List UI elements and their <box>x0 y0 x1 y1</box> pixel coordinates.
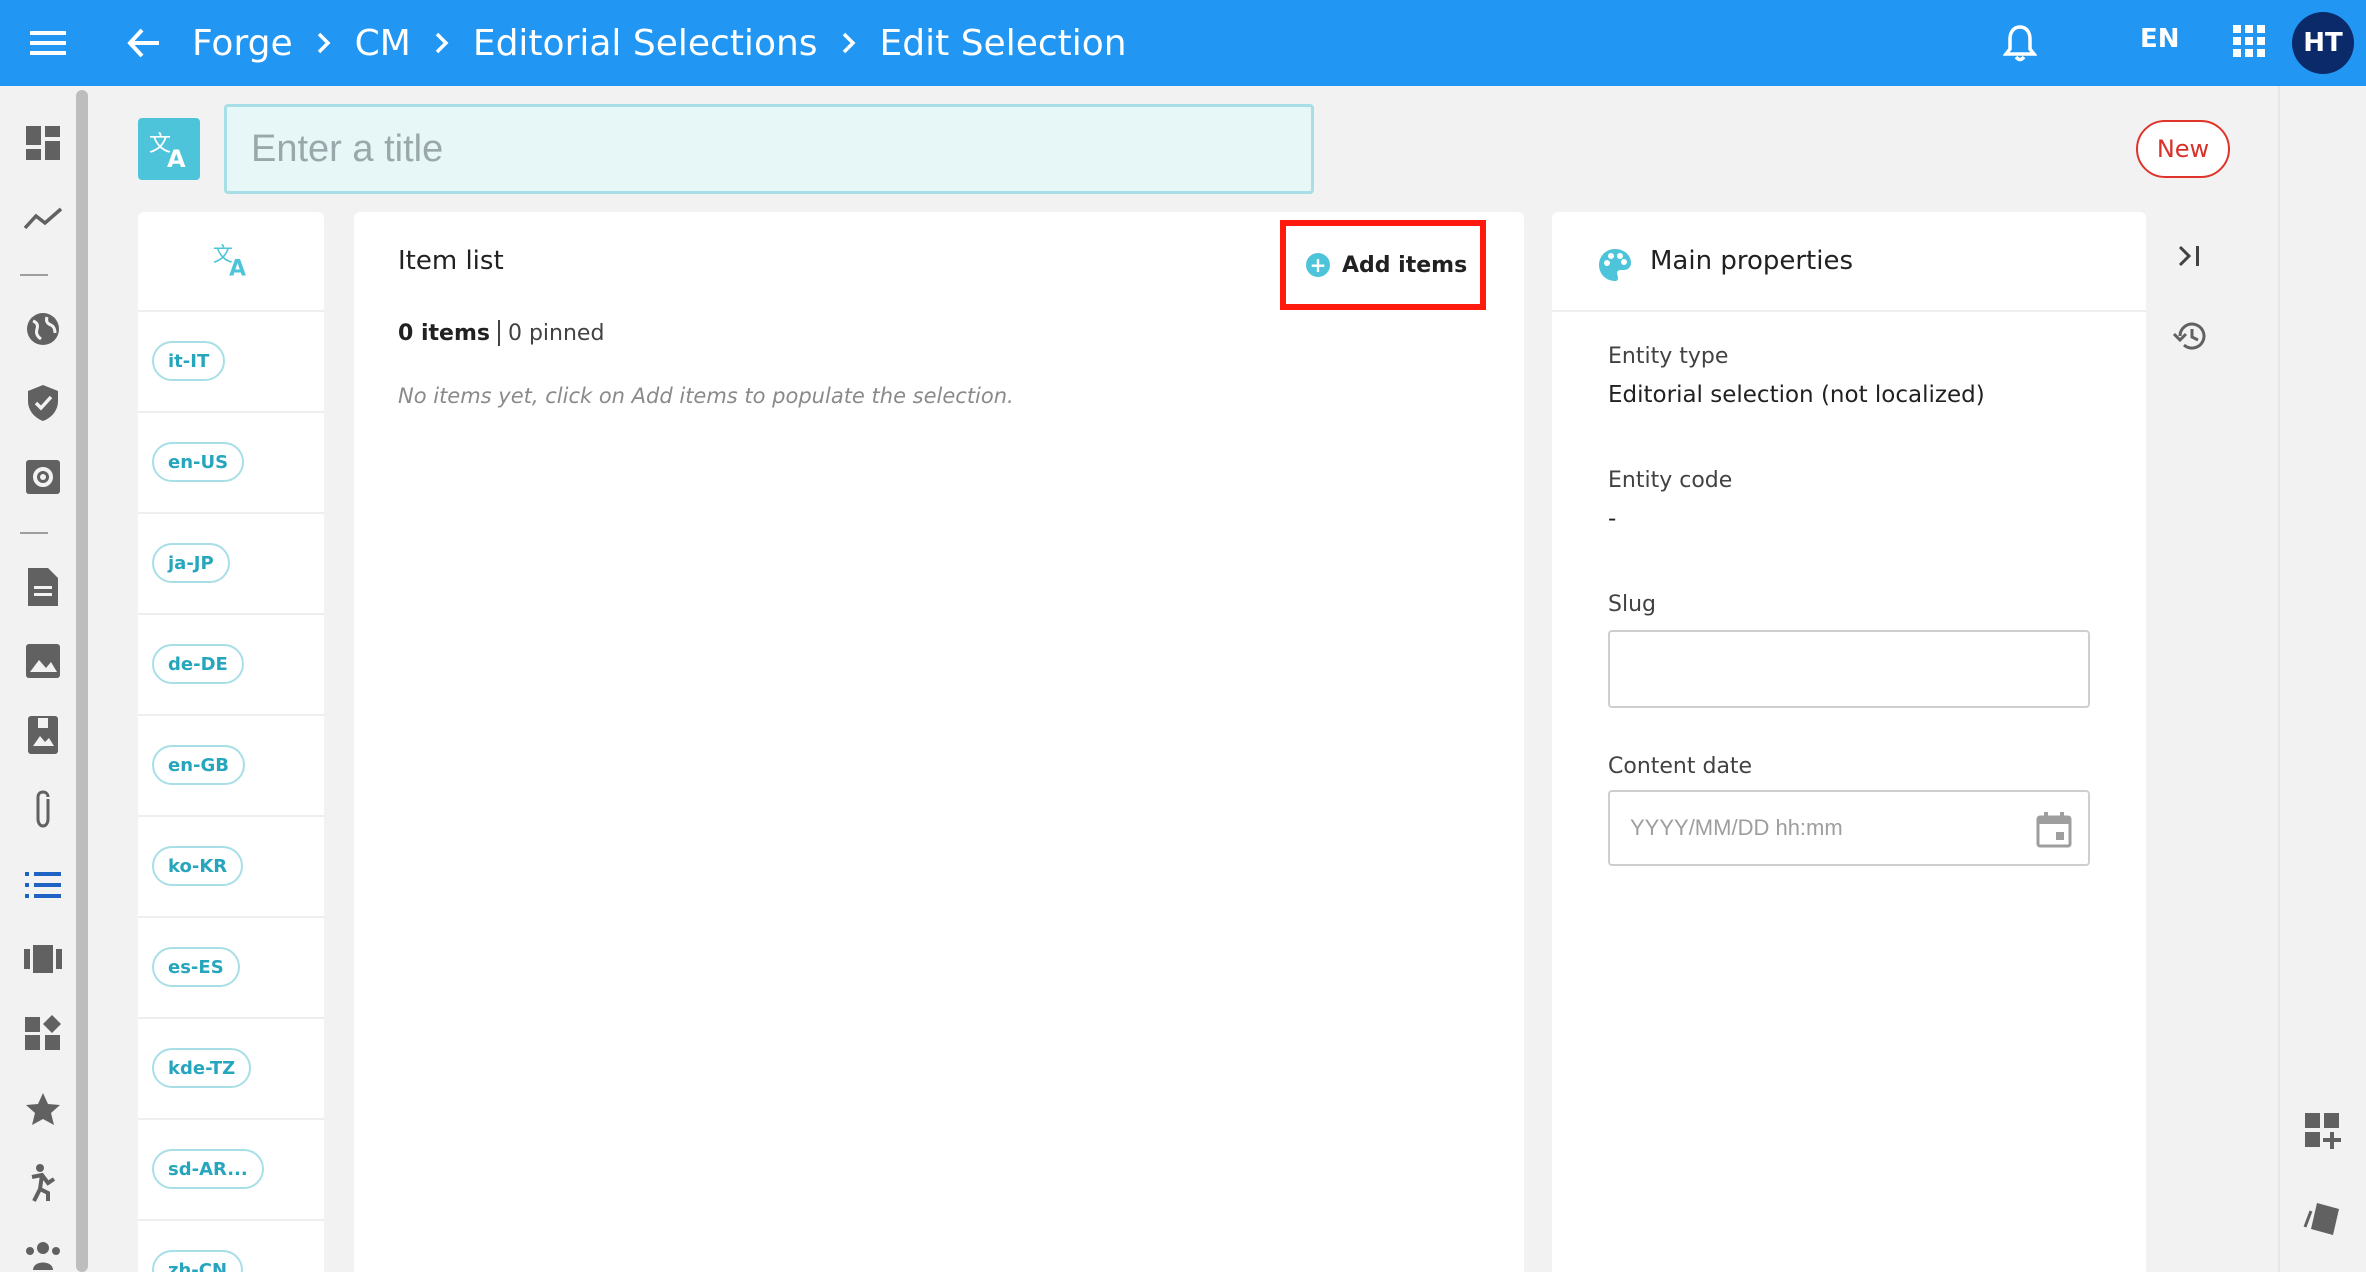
nav-scrollbar[interactable] <box>76 90 88 1272</box>
trend-icon[interactable] <box>20 196 66 242</box>
chevron-right-icon <box>317 32 331 54</box>
globe-icon[interactable] <box>20 306 66 352</box>
locale-chip[interactable]: kde-TZ <box>152 1048 252 1088</box>
title-input[interactable] <box>224 104 1314 194</box>
locale-row: es-ES <box>138 918 324 1019</box>
locale-chip[interactable]: en-US <box>152 442 245 482</box>
locale-chip[interactable]: ko-KR <box>152 846 244 886</box>
locale-row: it-IT <box>138 312 324 413</box>
properties-rail <box>2146 296 2276 1272</box>
breadcrumb-cm[interactable]: CM <box>355 23 411 64</box>
widgets-icon[interactable] <box>20 1010 66 1056</box>
locale-chip[interactable]: it-IT <box>152 341 226 381</box>
content-date-input[interactable] <box>1608 790 2090 866</box>
photo-album-icon[interactable] <box>20 712 66 758</box>
content-date-label: Content date <box>1608 754 1753 779</box>
locale-chip[interactable]: sd-AR... <box>152 1149 264 1189</box>
locale-chip[interactable]: ja-JP <box>152 543 230 583</box>
palette-icon <box>1599 249 1631 281</box>
right-sidebar <box>2278 86 2366 1272</box>
locale-row: de-DE <box>138 615 324 716</box>
empty-state-message: No items yet, click on Add items to popu… <box>398 384 1014 408</box>
dashboard-icon[interactable] <box>20 120 66 166</box>
add-items-label: Add items <box>1342 252 1468 278</box>
items-count: 0 items <box>398 320 490 346</box>
entity-type-label: Entity type <box>1608 344 1729 369</box>
locale-chip[interactable]: zh-CN <box>152 1250 244 1272</box>
properties-title: Main properties <box>1650 246 1854 276</box>
breadcrumb: Forge CM Editorial Selections Edit Selec… <box>192 16 1127 70</box>
locale-row: kde-TZ <box>138 1019 324 1120</box>
locale-chip[interactable]: es-ES <box>152 947 240 987</box>
slug-label: Slug <box>1608 592 1656 617</box>
locale-list: 文 A it-IT en-US ja-JP de-DE en-GB ko-KR … <box>138 212 324 1272</box>
person-icon[interactable] <box>20 1160 66 1206</box>
paperclip-icon[interactable] <box>20 786 66 832</box>
entity-code-value: - <box>1608 506 1617 532</box>
notifications-bell-icon[interactable] <box>1996 18 2044 68</box>
image-icon[interactable] <box>20 638 66 684</box>
status-badge: New <box>2136 120 2230 178</box>
user-avatar[interactable]: HT <box>2292 12 2354 74</box>
document-icon[interactable] <box>20 564 66 610</box>
menu-icon[interactable] <box>24 22 72 64</box>
locale-chip[interactable]: de-DE <box>152 644 244 684</box>
breadcrumb-edit-selection: Edit Selection <box>879 22 1127 64</box>
locale-row: en-US <box>138 413 324 514</box>
back-arrow-icon[interactable] <box>120 20 168 66</box>
translate-icon[interactable]: 文 A <box>211 239 251 283</box>
shield-icon[interactable] <box>20 380 66 426</box>
nav-divider <box>20 274 48 276</box>
cards-icon[interactable] <box>2300 1196 2346 1242</box>
slug-input[interactable] <box>1608 630 2090 708</box>
star-icon[interactable] <box>20 1086 66 1132</box>
locale-chip[interactable]: en-GB <box>152 745 245 785</box>
nav-divider <box>20 532 48 534</box>
top-app-bar: Forge CM Editorial Selections Edit Selec… <box>0 0 2366 86</box>
settings-box-icon[interactable] <box>20 454 66 500</box>
collapse-panel-icon[interactable] <box>2170 236 2210 276</box>
chevron-right-icon <box>435 32 449 54</box>
entity-code-label: Entity code <box>1608 468 1733 493</box>
pinned-count: 0 pinned <box>507 320 605 346</box>
locale-row: en-GB <box>138 716 324 817</box>
add-circle-icon: + <box>1306 253 1330 277</box>
add-widget-icon[interactable] <box>2300 1108 2346 1154</box>
main-properties-panel: Main properties Entity type Editorial se… <box>1552 212 2146 1272</box>
apps-grid-icon[interactable] <box>2226 18 2272 64</box>
group-icon[interactable] <box>20 1232 66 1272</box>
chevron-right-icon <box>842 32 856 54</box>
breadcrumb-forge[interactable]: Forge <box>192 23 293 64</box>
item-list-panel: Item list + Add items 0 items 0 pinned N… <box>354 212 1524 1272</box>
count-divider <box>497 320 500 346</box>
locale-header: 文 A <box>138 212 324 312</box>
svg-text:A: A <box>229 256 246 279</box>
locale-row: sd-AR... <box>138 1120 324 1221</box>
calendar-icon[interactable] <box>2036 812 2072 848</box>
breadcrumb-editorial-selections[interactable]: Editorial Selections <box>473 23 818 64</box>
entity-type-value: Editorial selection (not localized) <box>1608 382 1985 408</box>
item-list-title: Item list <box>398 246 504 276</box>
locale-row: ko-KR <box>138 817 324 918</box>
locale-row: ja-JP <box>138 514 324 615</box>
translate-icon[interactable]: 文 A <box>138 118 200 180</box>
add-items-button[interactable]: + Add items <box>1296 238 1470 292</box>
history-icon[interactable] <box>2168 316 2212 356</box>
language-selector[interactable]: EN <box>2140 24 2180 54</box>
properties-header: Main properties <box>1552 212 2146 312</box>
carousel-icon[interactable] <box>20 936 66 982</box>
item-counts: 0 items 0 pinned <box>398 320 604 346</box>
list-icon[interactable] <box>20 862 66 908</box>
svg-text:A: A <box>167 145 186 171</box>
locale-row: zh-CN <box>138 1221 324 1272</box>
